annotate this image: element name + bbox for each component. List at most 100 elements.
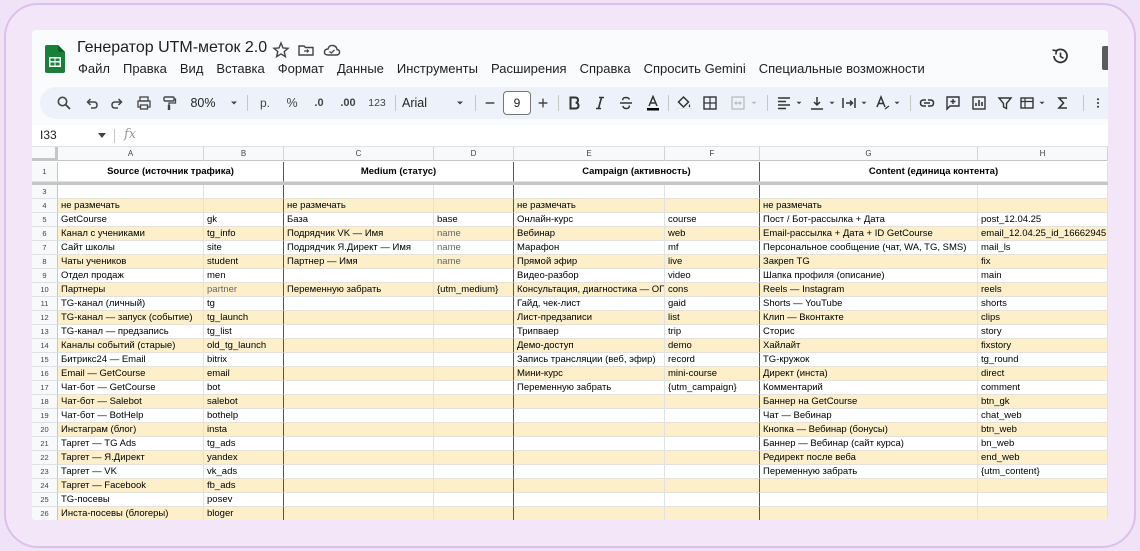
cell[interactable] [514,185,665,199]
cell-a[interactable]: Инстаграм (блог) [58,423,204,437]
cell-f[interactable]: trip [665,325,760,339]
cell-e[interactable]: Переменную забрать [514,381,665,395]
cell-h[interactable]: comment [978,381,1108,395]
cell-f[interactable] [665,409,760,423]
decrease-decimal-button[interactable]: .0 [308,87,330,119]
cell-g[interactable]: Кнопка — Вебинар (бонусы) [760,423,978,437]
cell-f[interactable]: demo [665,339,760,353]
horizontal-align-icon[interactable] [775,87,793,119]
cell-e[interactable]: не размечать [514,199,665,213]
cell-e[interactable]: Онлайн-курс [514,213,665,227]
column-header[interactable]: A [58,147,204,161]
font-dropdown-icon[interactable] [454,87,466,119]
row-header[interactable]: 6 [32,227,58,241]
row-header[interactable]: 21 [32,437,58,451]
cell[interactable] [204,185,284,199]
cell-g[interactable] [760,507,978,520]
cell-f[interactable]: gaid [665,297,760,311]
rotation-dropdown-icon[interactable] [892,87,902,119]
cell-a[interactable]: Чаты учеников [58,255,204,269]
undo-icon[interactable] [82,87,102,119]
cell-g[interactable]: Reels — Instagram [760,283,978,297]
cell-c[interactable]: База [284,213,434,227]
cell-h[interactable]: post_12.04.25 [978,213,1108,227]
cell-d[interactable] [434,311,514,325]
menu-item[interactable]: Вид [180,61,204,76]
cell-h[interactable]: fixstory [978,339,1108,353]
cell-c[interactable] [284,297,434,311]
cell-d[interactable] [434,479,514,493]
cell-h[interactable]: story [978,325,1108,339]
cell-b[interactable]: bitrix [204,353,284,367]
cell-c[interactable] [284,367,434,381]
cell-b[interactable]: fb_ads [204,479,284,493]
cell-c[interactable] [284,381,434,395]
insert-chart-icon[interactable] [970,87,988,119]
cell-h[interactable]: fix [978,255,1108,269]
row-header[interactable]: 23 [32,465,58,479]
row-header[interactable]: 9 [32,269,58,283]
row-header[interactable]: 24 [32,479,58,493]
menu-item[interactable]: Специальные возможности [759,61,925,76]
sheets-logo-icon[interactable] [45,45,65,73]
cell-f[interactable] [665,479,760,493]
cell-e[interactable] [514,465,665,479]
cell-e[interactable] [514,437,665,451]
wrap-dropdown-icon[interactable] [859,87,869,119]
cell-f[interactable]: live [665,255,760,269]
italic-icon[interactable] [591,87,609,119]
name-box[interactable]: I33 [40,128,57,142]
row-header[interactable]: 7 [32,241,58,255]
row-header[interactable]: 17 [32,381,58,395]
currency-format-button[interactable]: р. [256,87,274,119]
cell-h[interactable]: chat_web [978,409,1108,423]
cell-f[interactable]: {utm_campaign} [665,381,760,395]
fill-color-icon[interactable] [675,87,693,119]
cell-h[interactable]: tg_round [978,353,1108,367]
redo-icon[interactable] [107,87,127,119]
merge-dropdown-icon[interactable] [749,87,759,119]
cell-b[interactable]: gk [204,213,284,227]
cell-b[interactable]: tg [204,297,284,311]
cell-f[interactable]: mini-course [665,367,760,381]
row-header[interactable]: 22 [32,451,58,465]
cell-a[interactable]: Таргет — VK [58,465,204,479]
cell-h[interactable]: shorts [978,297,1108,311]
sheet-grid[interactable]: A B C D E F G H 1 Source (источник трафи… [32,147,1108,520]
cell-b[interactable]: student [204,255,284,269]
cell-c[interactable]: не размечать [284,199,434,213]
cell-e[interactable]: Демо-доступ [514,339,665,353]
cell-g[interactable]: Баннер — Вебинар (сайт курса) [760,437,978,451]
row-header[interactable]: 18 [32,395,58,409]
cell-f[interactable] [665,507,760,520]
filter-views-dropdown-icon[interactable] [1037,87,1047,119]
cell-a[interactable]: Чат-бот — GetCourse [58,381,204,395]
row-header[interactable]: 10 [32,283,58,297]
cell[interactable] [665,185,760,199]
cell-d[interactable] [434,465,514,479]
menu-item[interactable]: Вставка [216,61,264,76]
cell-a[interactable]: Чат-бот — BotHelp [58,409,204,423]
vertical-align-icon[interactable] [808,87,826,119]
cell-f[interactable] [665,437,760,451]
cell-c[interactable] [284,451,434,465]
row-header[interactable]: 20 [32,423,58,437]
cell-d[interactable] [434,381,514,395]
cell-b[interactable]: old_tg_launch [204,339,284,353]
header-campaign[interactable]: Campaign (активность) [514,162,760,182]
menu-item[interactable]: Файл [78,61,110,76]
cell-a[interactable]: Отдел продаж [58,269,204,283]
cell-c[interactable]: Подрядчик Я.Директ — Имя [284,241,434,255]
menu-item[interactable]: Справка [580,61,631,76]
cell-g[interactable]: Директ (инста) [760,367,978,381]
cell-e[interactable]: Видео-разбор [514,269,665,283]
document-title[interactable]: Генератор UTM-меток 2.0 [77,39,267,57]
column-header[interactable]: E [514,147,665,161]
bold-icon[interactable] [565,87,583,119]
cell-g[interactable]: Комментарий [760,381,978,395]
cell-c[interactable] [284,465,434,479]
cell-f[interactable] [665,451,760,465]
cell-e[interactable] [514,395,665,409]
more-options-icon[interactable] [1092,87,1104,119]
cell-h[interactable]: reels [978,283,1108,297]
